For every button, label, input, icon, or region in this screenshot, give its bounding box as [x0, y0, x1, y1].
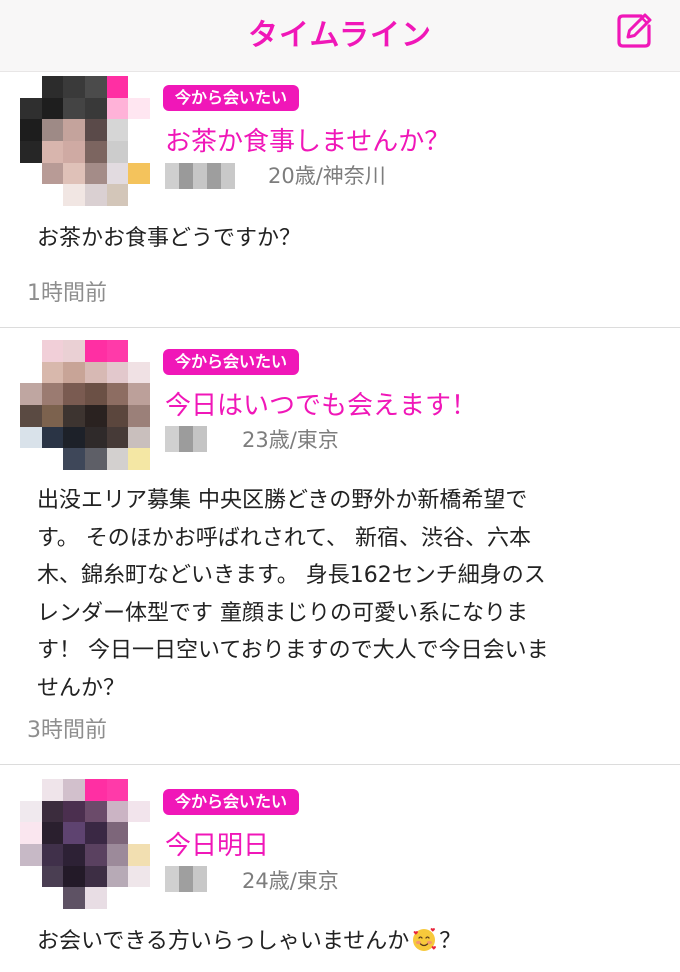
post-title[interactable]: 今日明日 [165, 825, 269, 862]
post-time: 1時間前 [27, 281, 107, 306]
timeline-post[interactable]: 今から会いたい お茶か食事しませんか？ 20歳/神奈川 お茶かお食事どうですか？… [0, 72, 680, 328]
timeline-post[interactable]: 今から会いたい 今日明日 24歳/東京 お会いできる方いらっしゃいませんか ？ [0, 765, 680, 972]
username-redacted [165, 426, 207, 452]
post-body-line: す！ 今日一日空いておりますので大人で今日会いま [37, 638, 549, 663]
username-redacted [165, 866, 207, 892]
post-body-text: お会いできる方いらっしゃいませんか [37, 929, 410, 954]
post-title[interactable]: お茶か食事しませんか？ [165, 121, 450, 158]
username-redacted [165, 163, 235, 189]
avatar[interactable] [20, 779, 150, 909]
age-location: 24歳/東京 [242, 869, 339, 893]
status-badge: 今から会いたい [163, 85, 300, 111]
compose-button[interactable] [614, 11, 654, 51]
post-body-line: レンダー体型です 童顔まじりの可愛い系になりま [37, 600, 528, 626]
status-badge: 今から会いたい [163, 789, 300, 815]
page-title: タイムライン [248, 18, 432, 53]
compose-icon [617, 13, 652, 48]
post-body: 出没エリア募集 中央区勝どきの野外か新橋希望で す。 そのほかお呼ばれされて、 … [37, 482, 637, 707]
status-badge: 今から会いたい [163, 349, 300, 375]
header-bar: タイムライン [0, 0, 680, 72]
timeline-screen: タイムライン 今から会いたい お茶か食事しませんか？ 20歳/神奈川 お茶かお食… [0, 0, 680, 972]
age-location: 23歳/東京 [242, 428, 339, 452]
post-body: お会いできる方いらっしゃいませんか ？ [37, 923, 637, 961]
post-body-line: 出没エリア募集 中央区勝どきの野外か新橋希望で [37, 488, 528, 513]
avatar[interactable] [20, 76, 150, 206]
age-location: 20歳/神奈川 [268, 164, 386, 188]
post-time: 3時間前 [27, 718, 107, 743]
post-body: お茶かお食事どうですか？ [37, 226, 302, 251]
avatar[interactable] [20, 340, 150, 470]
post-body-line: せんか？ [37, 675, 126, 701]
timeline-post[interactable]: 今から会いたい 今日はいつでも会えます！ 23歳/東京 出没エリア募集 中央区勝… [0, 328, 680, 764]
post-body-text: ？ [439, 929, 462, 954]
post-body-line: 木、錦糸町などいきます。 身長162センチ細身のス [37, 563, 546, 588]
post-body-line: す。 そのほかお呼ばれされて、 新宿、渋谷、六本 [37, 525, 532, 551]
post-title[interactable]: 今日はいつでも会えます！ [165, 385, 477, 422]
smiling-face-with-hearts-icon [413, 928, 437, 951]
